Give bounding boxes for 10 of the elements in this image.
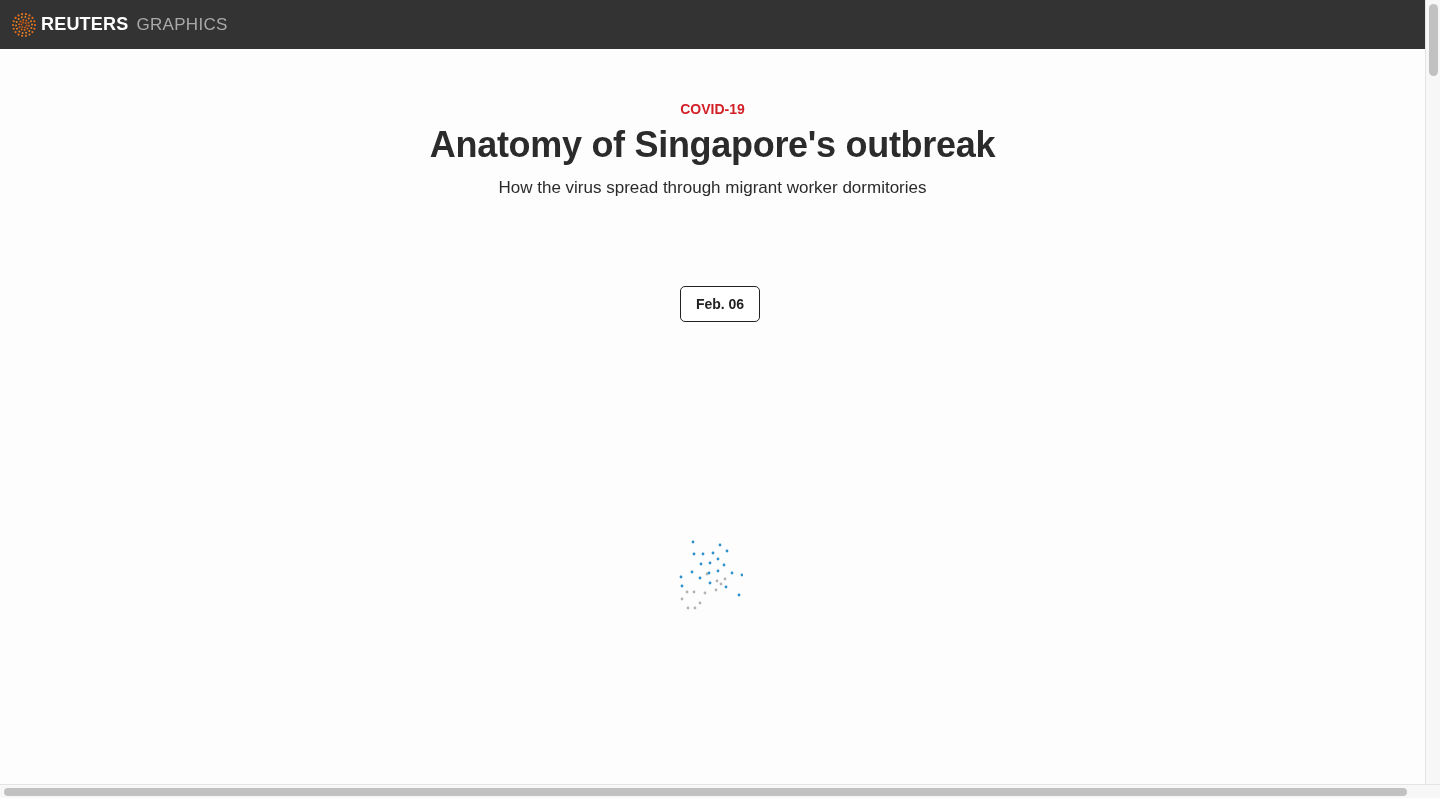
kicker: COVID-19 bbox=[680, 101, 745, 118]
subtitle: How the virus spread through migrant worker dormitories bbox=[498, 178, 927, 199]
dot-cluster bbox=[678, 540, 743, 611]
horizontal-scrollbar[interactable] bbox=[4, 788, 1407, 796]
section-name[interactable]: GRAPHICS bbox=[136, 11, 228, 38]
date-label: Feb. 06 bbox=[680, 286, 760, 323]
vertical-scrollbar[interactable] bbox=[1429, 4, 1438, 76]
logo-icon[interactable] bbox=[12, 12, 36, 37]
headline: Anatomy of Singapore's outbreak bbox=[429, 122, 996, 166]
brand-name[interactable]: REUTERS bbox=[41, 11, 129, 38]
